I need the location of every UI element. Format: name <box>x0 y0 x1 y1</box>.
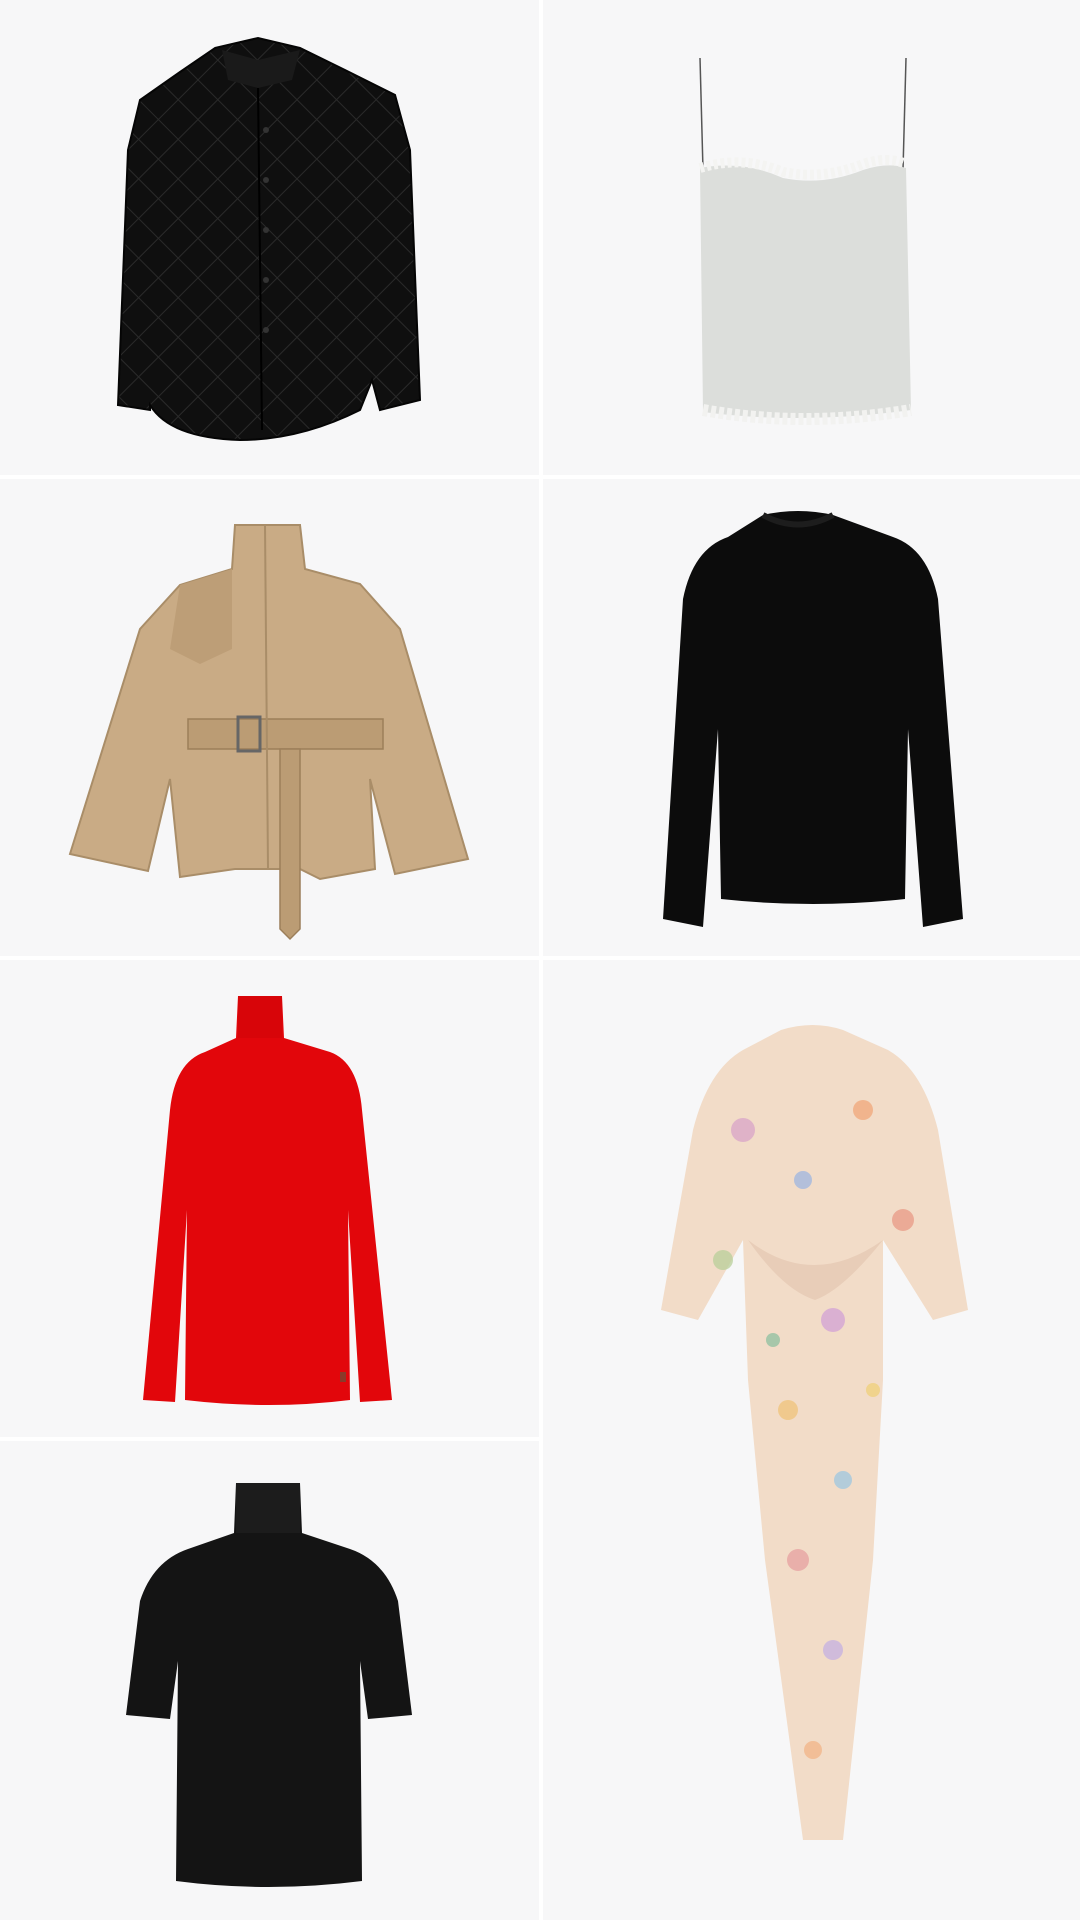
product-tile-quilted-jacket[interactable] <box>0 0 539 475</box>
product-tile-crewneck-sweater[interactable] <box>543 479 1080 956</box>
product-tile-turtleneck-top[interactable] <box>0 960 539 1437</box>
crewneck-sweater-image <box>663 511 963 927</box>
product-tile-short-sleeve-turtleneck[interactable] <box>0 1441 539 1920</box>
product-tile-lace-trim-camisole[interactable] <box>543 0 1080 475</box>
quilted-jacket-image <box>116 36 422 442</box>
lace-trim-camisole-image <box>698 57 912 425</box>
short-sleeve-turtleneck-image <box>126 1483 412 1887</box>
product-tile-belted-jacket[interactable] <box>0 479 539 956</box>
floral-twist-dress-image <box>661 1025 968 1840</box>
product-grid <box>0 0 1080 1920</box>
product-tile-floral-twist-dress[interactable] <box>543 960 1080 1920</box>
turtleneck-top-image <box>143 996 392 1405</box>
belted-jacket-image <box>68 524 470 941</box>
